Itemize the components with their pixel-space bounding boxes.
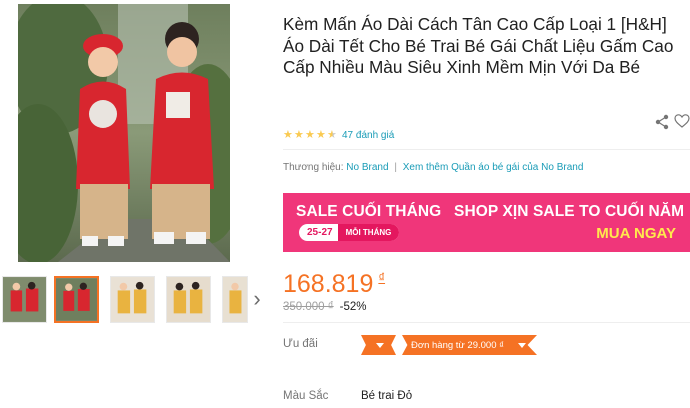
banner-date-pill: 25-27 MỖI THÁNG <box>299 224 400 241</box>
promotion-dropdown-button[interactable] <box>361 335 396 355</box>
price-value: 168.819 <box>283 270 374 298</box>
rating-count-link[interactable]: 47 đánh giá <box>342 130 394 141</box>
divider <box>283 322 690 323</box>
banner-period: MỖI THÁNG <box>337 224 400 241</box>
promo-banner[interactable]: SALE CUỐI THÁNG 25-27 MỖI THÁNG SHOP XỊN… <box>283 193 690 252</box>
product-title: Kèm Mấn Áo Dài Cách Tân Cao Cấp Loại 1 [… <box>283 14 674 77</box>
star-icon: ★ <box>316 129 326 141</box>
thumbnail-5[interactable] <box>222 276 248 323</box>
thumbnail-1[interactable] <box>2 276 47 323</box>
product-main-image[interactable] <box>18 4 230 262</box>
banner-date-range: 25-27 <box>307 227 333 238</box>
divider <box>283 149 690 150</box>
star-half-icon: ★ <box>327 129 337 141</box>
thumbnail-2[interactable] <box>54 276 99 323</box>
discount-percent: -52% <box>339 301 367 313</box>
promotions-label: Ưu đãi <box>283 338 318 350</box>
brand-separator: | <box>394 162 397 173</box>
voucher-text: Đơn hàng từ 29.000 ₫ <box>411 339 504 351</box>
brand-link[interactable]: No Brand <box>346 162 388 173</box>
brand-row: Thương hiệu: No Brand | Xem thêm Quần áo… <box>283 162 583 173</box>
star-icon: ★ <box>294 129 304 141</box>
original-price: 350.000 ₫ <box>283 301 334 313</box>
original-price-row: 350.000 ₫ -52% <box>283 301 367 313</box>
star-icon: ★ <box>305 129 315 141</box>
thumbnail-strip <box>0 276 268 326</box>
color-label: Màu Sắc <box>283 390 329 402</box>
banner-left-title: SALE CUỐI THÁNG <box>296 203 442 220</box>
voucher-tag[interactable]: Đơn hàng từ 29.000 ₫ <box>402 335 537 355</box>
chevron-right-icon[interactable]: › <box>249 287 265 311</box>
banner-cta[interactable]: MUA NGAY <box>596 225 676 242</box>
price-currency: ₫ <box>378 270 386 285</box>
current-price: 168.819 ₫ <box>283 270 385 299</box>
star-icon: ★ <box>283 129 293 141</box>
thumbnail-4[interactable] <box>166 276 211 323</box>
product-rating[interactable]: ★ ★ ★ ★ ★ 47 đánh giá <box>283 128 394 142</box>
brand-label: Thương hiệu: <box>283 162 344 173</box>
heart-icon[interactable] <box>674 113 690 129</box>
brand-more-link[interactable]: Xem thêm Quần áo bé gái của No Brand <box>403 162 584 173</box>
banner-right-title: SHOP XỊN SALE TO CUỐI NĂM <box>454 203 685 220</box>
rating-stars: ★ ★ ★ ★ ★ <box>283 129 338 141</box>
share-icon[interactable] <box>654 114 670 130</box>
color-value[interactable]: Bé trai Đỏ <box>361 390 412 402</box>
thumbnail-3[interactable] <box>110 276 155 323</box>
